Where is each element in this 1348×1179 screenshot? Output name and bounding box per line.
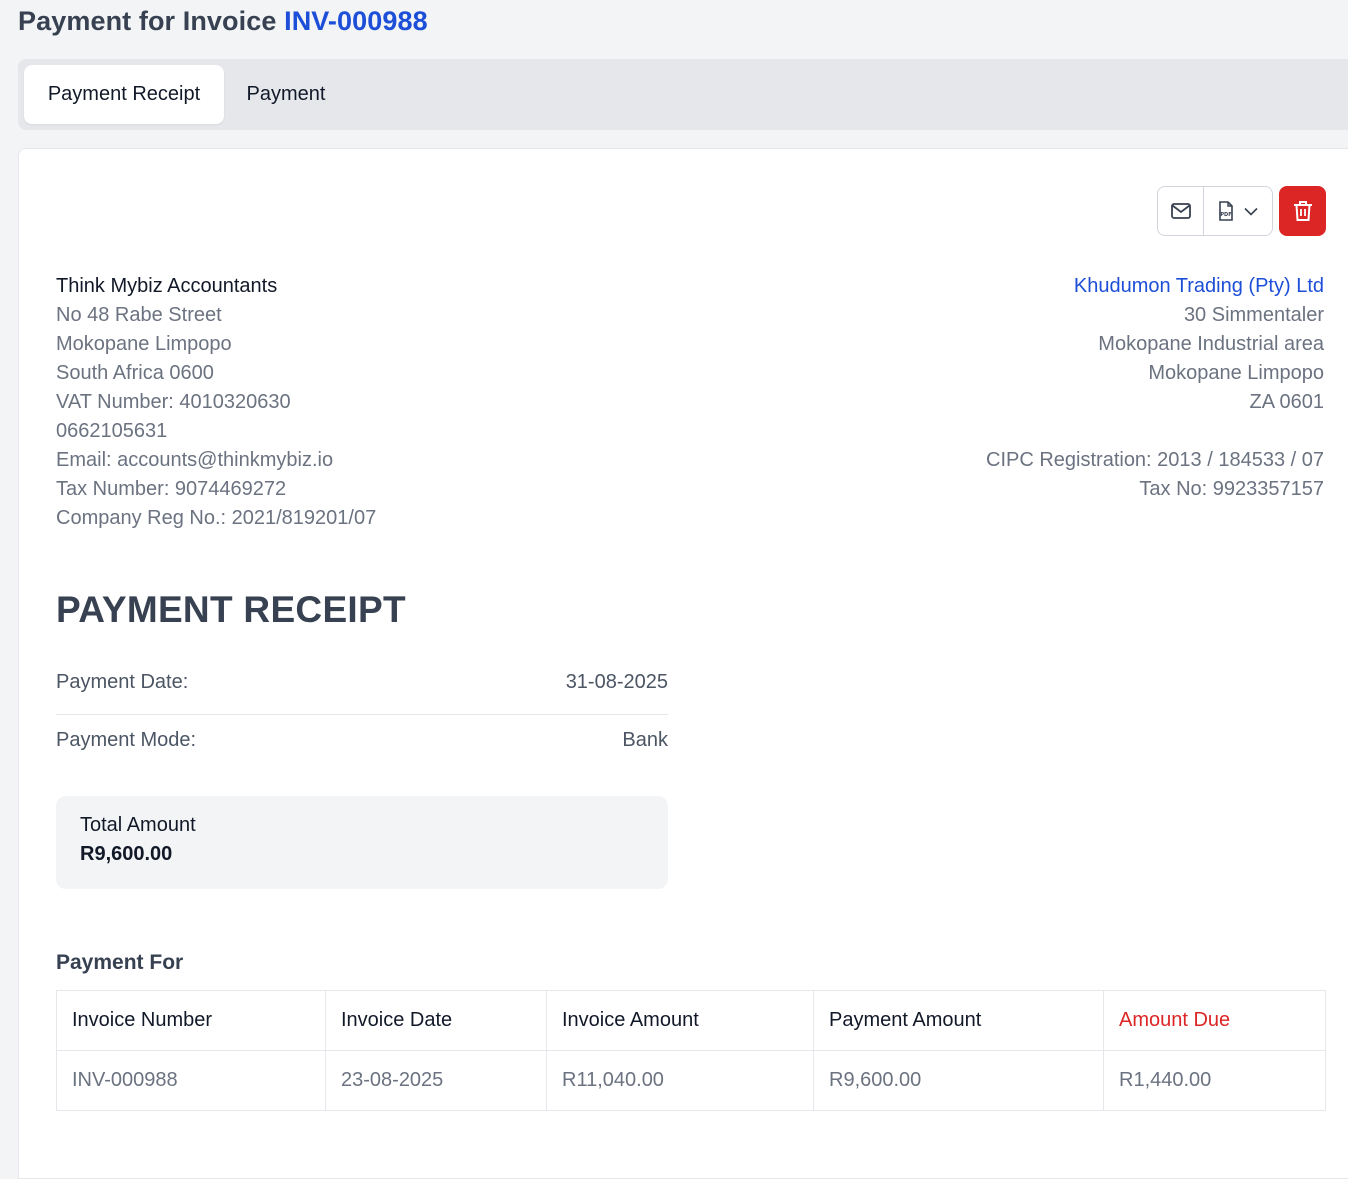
delete-button[interactable]	[1279, 186, 1326, 236]
table-row: INV-000988 23-08-2025 R11,040.00 R9,600.…	[56, 1050, 1326, 1111]
total-amount-box: Total Amount R9,600.00	[56, 796, 668, 889]
payment-mode-value: Bank	[622, 729, 668, 751]
recipient-tax-no: Tax No: 9923357157	[1139, 478, 1324, 500]
sender-line: South Africa 0600	[56, 362, 214, 384]
cell-invoice-date: 23-08-2025	[325, 1050, 547, 1111]
cell-amount-due: R1,440.00	[1103, 1050, 1326, 1111]
recipient-address: Khudumon Trading (Pty) Ltd 30 Simmentale…	[986, 272, 1324, 504]
mail-icon	[1170, 203, 1191, 219]
payment-for-table: Invoice Number Invoice Date Invoice Amou…	[56, 990, 1326, 1111]
payment-date-value: 31-08-2025	[565, 671, 668, 693]
cell-payment-amount: R9,600.00	[813, 1050, 1104, 1111]
sender-company-reg: Company Reg No.: 2021/819201/07	[56, 507, 377, 529]
table-header-row: Invoice Number Invoice Date Invoice Amou…	[56, 990, 1326, 1051]
recipient-line: 30 Simmentaler	[1183, 304, 1324, 326]
cell-invoice-number: INV-000988	[56, 1050, 326, 1111]
sender-line: No 48 Rabe Street	[56, 304, 222, 326]
trash-icon	[1293, 201, 1312, 221]
total-amount-value: R9,600.00	[80, 843, 173, 865]
sender-name: Think Mybiz Accountants	[56, 275, 278, 297]
cell-invoice-amount: R11,040.00	[546, 1050, 814, 1111]
receipt-heading: PAYMENT RECEIPT	[56, 589, 406, 630]
pdf-dropdown-button[interactable]: PDF	[1204, 187, 1272, 235]
payment-date-label: Payment Date:	[56, 671, 189, 693]
sender-email: Email: accounts@thinkmybiz.io	[56, 449, 334, 471]
sender-vat: VAT Number: 4010320630	[56, 391, 291, 413]
page-title-prefix: Payment for Invoice	[18, 6, 277, 36]
column-header-invoice-date: Invoice Date	[325, 990, 547, 1051]
recipient-line: Mokopane Industrial area	[1098, 333, 1324, 355]
sender-line: Mokopane Limpopo	[56, 333, 232, 355]
column-header-invoice-amount: Invoice Amount	[546, 990, 814, 1051]
email-button[interactable]	[1158, 187, 1204, 235]
pdf-icon: PDF	[1219, 201, 1233, 221]
tab-payment-receipt[interactable]: Payment Receipt	[24, 65, 224, 124]
tab-payment[interactable]: Payment	[226, 65, 346, 124]
column-header-payment-amount: Payment Amount	[813, 990, 1104, 1051]
payment-for-title: Payment For	[56, 951, 184, 974]
receipt-card: PDF Think Mybiz Accountants No 48 Rabe S…	[18, 148, 1348, 1179]
sender-phone: 0662105631	[56, 420, 168, 442]
recipient-cipc: CIPC Registration: 2013 / 184533 / 07	[986, 449, 1324, 471]
recipient-line: ZA 0601	[1249, 391, 1324, 413]
column-header-amount-due: Amount Due	[1103, 990, 1326, 1051]
payment-mode-row: Payment Mode: Bank	[56, 729, 668, 752]
chevron-down-icon	[1244, 207, 1258, 216]
svg-text:PDF: PDF	[1220, 212, 1231, 218]
column-header-invoice-number: Invoice Number	[56, 990, 326, 1051]
page-title: Payment for Invoice INV-000988	[18, 6, 428, 37]
sender-address: Think Mybiz Accountants No 48 Rabe Stree…	[56, 272, 376, 533]
invoice-number-link[interactable]: INV-000988	[284, 6, 428, 36]
action-button-group: PDF	[1157, 186, 1273, 236]
payment-date-row: Payment Date: 31-08-2025	[56, 671, 668, 715]
sender-tax-number: Tax Number: 9074469272	[56, 478, 287, 500]
recipient-line: Mokopane Limpopo	[1148, 362, 1324, 384]
recipient-name-link[interactable]: Khudumon Trading (Pty) Ltd	[986, 272, 1324, 301]
total-amount-label: Total Amount	[80, 814, 196, 836]
payment-mode-label: Payment Mode:	[56, 729, 197, 751]
tab-bar: Payment Receipt Payment	[18, 59, 1348, 130]
